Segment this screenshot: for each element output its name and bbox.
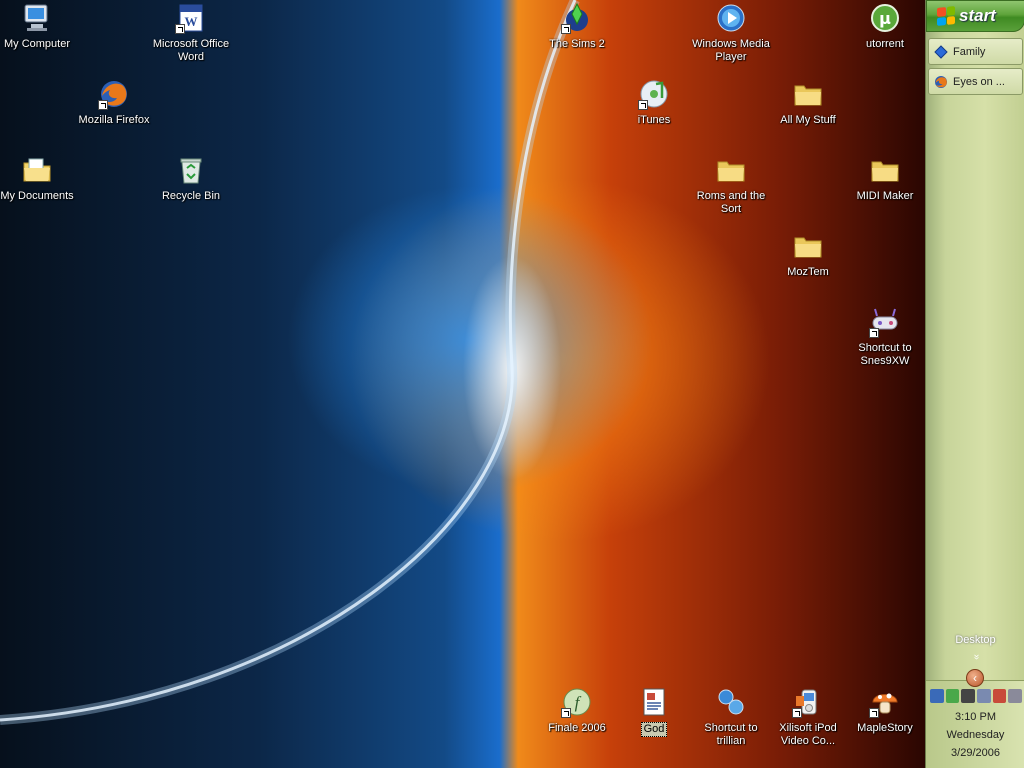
shortcut-arrow-icon [792, 708, 802, 718]
utorrent-icon: µ [869, 2, 901, 34]
desktop-icon-wmp[interactable]: Windows Media Player [691, 2, 771, 64]
documents-folder-icon [21, 154, 53, 186]
snes-controller-icon [869, 306, 901, 338]
desktop-icon-moztem[interactable]: MozTem [768, 230, 848, 279]
computer-icon [21, 2, 53, 34]
sims-plumbob-icon [561, 2, 593, 34]
start-label: start [959, 6, 996, 25]
shortcut-arrow-icon [869, 708, 879, 718]
shortcut-arrow-icon [638, 100, 648, 110]
diamond-icon [934, 44, 948, 59]
display-icon[interactable] [961, 689, 976, 703]
desktop-wallpaper[interactable]: My Computer W Microsoft Office Word Mozi… [0, 0, 925, 768]
trillian-icon [715, 686, 747, 718]
folder-icon [792, 230, 824, 262]
firefox-icon [98, 78, 130, 110]
desktop-icon-itunes[interactable]: iTunes [614, 78, 694, 127]
clock-time[interactable]: 3:10 PM [926, 711, 1024, 723]
windows-flag-icon [937, 6, 955, 26]
desktop-icon-finale[interactable]: f Finale 2006 [537, 686, 617, 735]
desktop-icon-ms-word[interactable]: W Microsoft Office Word [151, 2, 231, 64]
desktop-icon-roms[interactable]: Roms and the Sort [691, 154, 771, 216]
taskbar-button-family[interactable]: Family [928, 38, 1023, 65]
desktop-icon-god[interactable]: God [614, 686, 694, 737]
finale-icon: f [561, 686, 593, 718]
desktop-icon-my-computer[interactable]: My Computer [0, 2, 77, 51]
desktop-icon-xilisoft[interactable]: Xilisoft iPod Video Co... [768, 686, 848, 748]
desktop-icon-firefox[interactable]: Mozilla Firefox [74, 78, 154, 127]
shortcut-arrow-icon [869, 328, 879, 338]
desktop-icon-snes9x[interactable]: Shortcut to Snes9XW [845, 306, 925, 368]
desktop-icon-my-documents[interactable]: My Documents [0, 154, 77, 203]
desktop-icon-midi-maker[interactable]: MIDI Maker [845, 154, 925, 203]
shortcut-arrow-icon [561, 24, 571, 34]
maplestory-mushroom-icon [869, 686, 901, 718]
clock-day[interactable]: Wednesday [926, 729, 1024, 741]
itunes-icon [638, 78, 670, 110]
desktop-icon-maplestory[interactable]: MapleStory [845, 686, 925, 735]
ipod-converter-icon [792, 686, 824, 718]
firefox-icon [935, 75, 947, 88]
desktop-icon-recycle-bin[interactable]: Recycle Bin [151, 154, 231, 203]
folder-icon [792, 78, 824, 110]
desktop-icon-all-my-stuff[interactable]: All My Stuff [768, 78, 848, 127]
recycle-bin-icon [175, 154, 207, 186]
desktop-toolbar-label[interactable]: Desktop [926, 634, 1024, 646]
network-icon[interactable] [930, 689, 944, 703]
taskbar-button-label: Eyes on ... [953, 75, 1005, 88]
document-icon [638, 686, 670, 718]
desktop-icon-sims2[interactable]: The Sims 2 [537, 2, 617, 51]
media-player-icon [715, 2, 747, 34]
svg-text:W: W [185, 14, 198, 29]
taskbar: start Family Eyes on ... Desktop » 3:10 … [925, 0, 1024, 768]
folder-icon [869, 154, 901, 186]
start-button[interactable]: start [926, 0, 1024, 32]
desktop-icon-trillian[interactable]: Shortcut to trillian [691, 686, 771, 748]
notification-area: 3:10 PM Wednesday 3/29/2006 [926, 680, 1024, 768]
shortcut-arrow-icon [561, 708, 571, 718]
desktop-icon-utorrent[interactable]: µ utorrent [845, 2, 925, 51]
printer-icon[interactable] [977, 689, 991, 703]
shortcut-arrow-icon [175, 24, 185, 34]
msn-icon[interactable] [945, 689, 960, 703]
show-hidden-icons-button[interactable]: ‹ [966, 669, 984, 687]
security-icon[interactable] [992, 689, 1007, 703]
folder-icon [715, 154, 747, 186]
tray-icons [930, 689, 1023, 705]
shortcut-arrow-icon [98, 100, 108, 110]
chevron-down-icon[interactable]: » [970, 651, 982, 663]
taskbar-button-label: Family [953, 45, 986, 58]
clock-date[interactable]: 3/29/2006 [926, 747, 1024, 759]
svg-text:µ: µ [879, 9, 891, 28]
taskbar-button-eyes-on[interactable]: Eyes on ... [928, 68, 1023, 95]
volume-icon[interactable] [1008, 689, 1023, 703]
word-icon: W [175, 2, 207, 34]
